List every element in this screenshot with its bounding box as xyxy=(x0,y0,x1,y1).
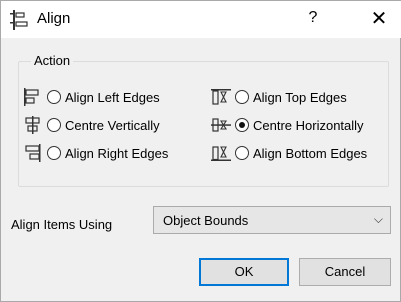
align-top-icon xyxy=(211,89,231,105)
option-align-bottom-edges[interactable]: Align Bottom Edges xyxy=(211,143,367,163)
radio-align-right-edges[interactable] xyxy=(47,146,61,160)
cancel-button[interactable]: Cancel xyxy=(299,258,391,286)
ok-button[interactable]: OK xyxy=(199,258,289,286)
align-items-using-select[interactable]: Object Bounds ⌵ xyxy=(153,206,391,234)
radio-align-left-edges[interactable] xyxy=(47,90,61,104)
option-label: Centre Horizontally xyxy=(253,117,364,133)
radio-align-top-edges[interactable] xyxy=(235,90,249,104)
align-icon xyxy=(10,10,28,30)
option-centre-horizontally[interactable]: Centre Horizontally xyxy=(211,115,364,135)
select-value: Object Bounds xyxy=(163,213,249,228)
radio-centre-horizontally[interactable] xyxy=(235,118,249,132)
option-align-top-edges[interactable]: Align Top Edges xyxy=(211,87,347,107)
action-legend: Action xyxy=(31,53,74,68)
close-button[interactable]: ✕ xyxy=(361,5,397,33)
option-label: Align Right Edges xyxy=(65,145,169,161)
help-button[interactable]: ? xyxy=(303,9,323,31)
radio-centre-vertically[interactable] xyxy=(47,118,61,132)
option-align-right-edges[interactable]: Align Right Edges xyxy=(23,143,168,163)
align-right-icon xyxy=(25,144,41,162)
align-dialog: Align ? ✕ Action Align Left Edges Centre… xyxy=(0,0,401,302)
chevron-down-icon: ⌵ xyxy=(373,212,383,226)
centre-vertical-icon xyxy=(25,116,40,134)
align-left-icon xyxy=(24,88,39,106)
title-bar: Align ? ✕ xyxy=(1,1,401,38)
option-label: Align Left Edges xyxy=(65,89,160,105)
option-label: Centre Vertically xyxy=(65,117,160,133)
window-title: Align xyxy=(37,10,71,27)
radio-align-bottom-edges[interactable] xyxy=(235,146,249,160)
option-label: Align Top Edges xyxy=(253,89,347,105)
align-bottom-icon xyxy=(211,146,231,161)
align-items-using-label: Align Items Using xyxy=(11,217,113,232)
option-label: Align Bottom Edges xyxy=(253,145,368,161)
option-centre-vertically[interactable]: Centre Vertically xyxy=(23,115,160,135)
option-align-left-edges[interactable]: Align Left Edges xyxy=(23,87,160,107)
centre-horizontal-icon xyxy=(211,118,231,132)
